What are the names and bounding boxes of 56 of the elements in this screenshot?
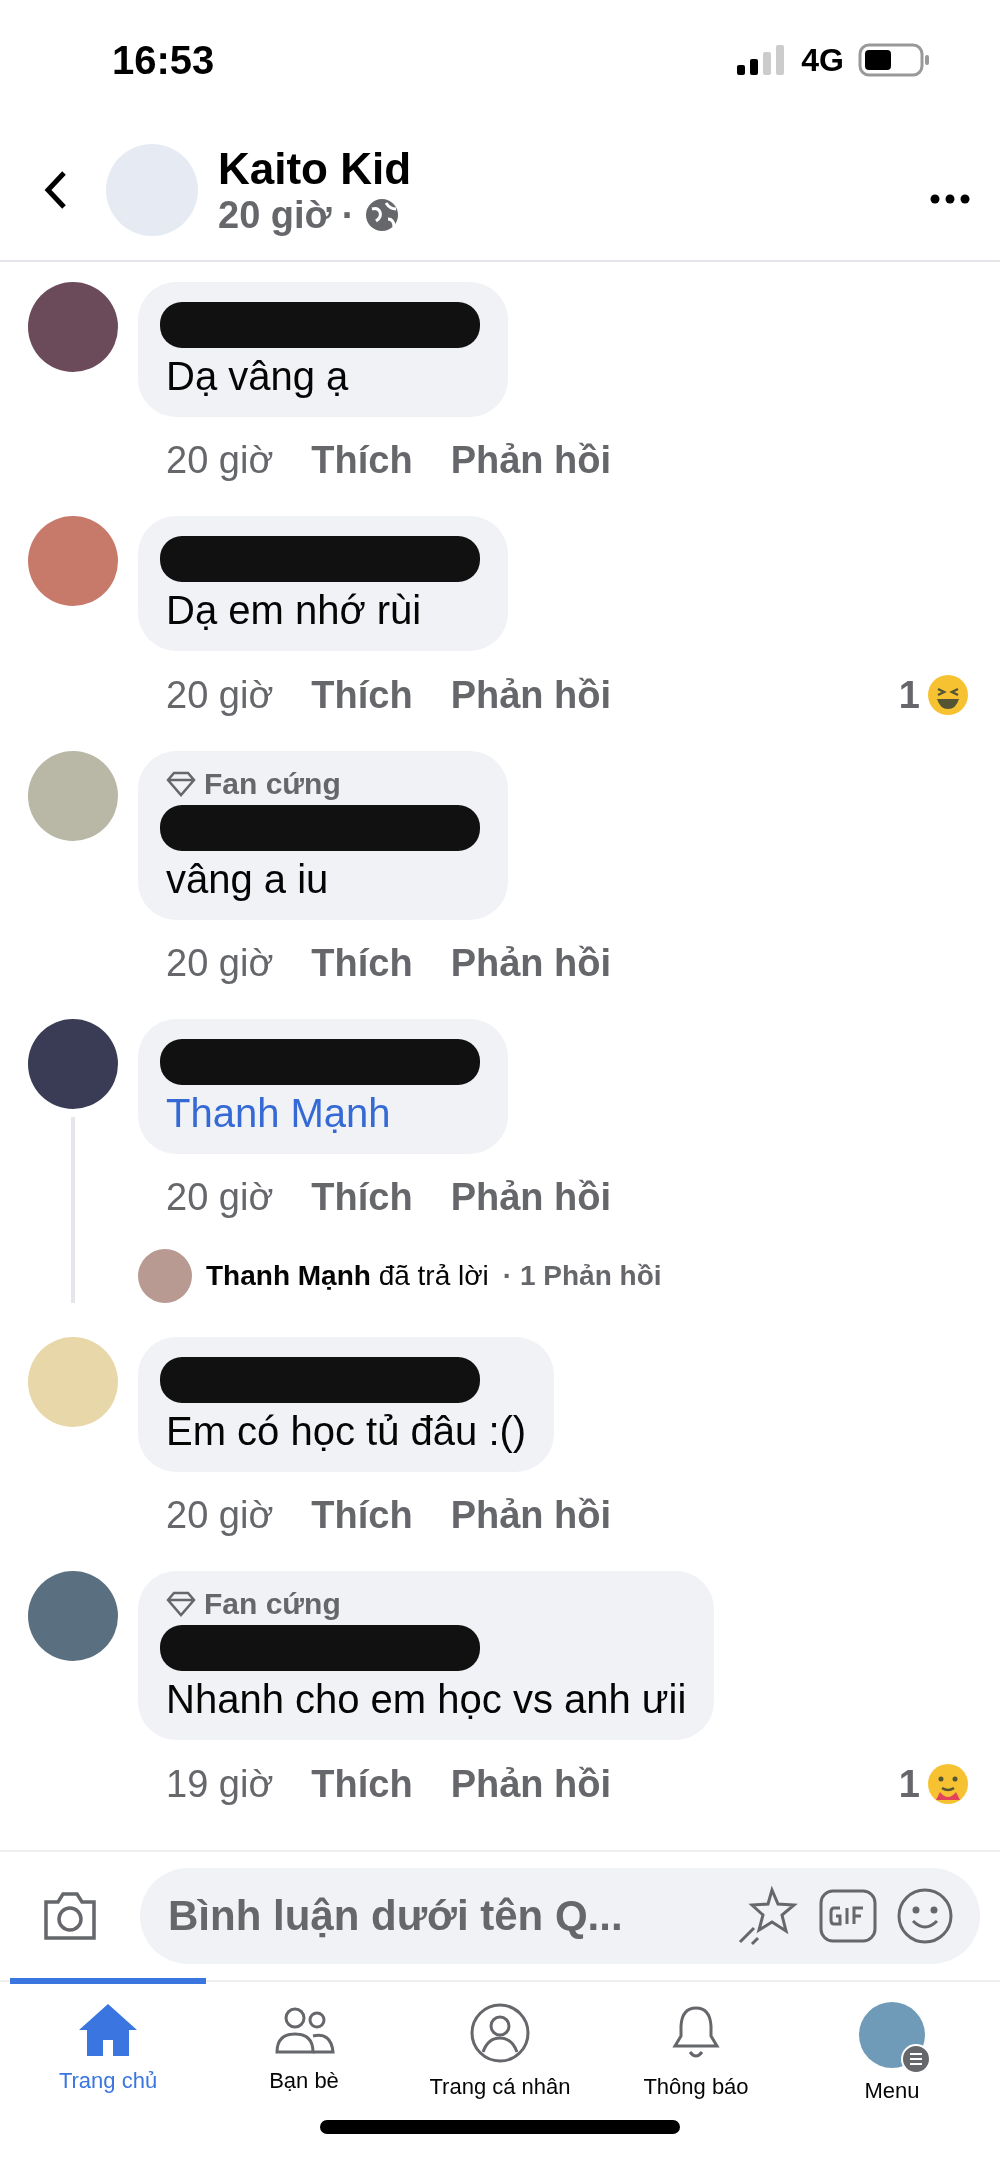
comment-input[interactable]: Bình luận dưới tên Q... [166,1891,718,1941]
comment-time: 20 giờ [166,439,274,482]
emoji-icon[interactable] [896,1887,954,1945]
like-button[interactable]: Thích [311,673,413,717]
reply-button[interactable]: Phản hồi [450,1176,612,1219]
comment-text: Em có học tủ đâu :() [166,1409,527,1454]
reply-button[interactable]: Phản hồi [450,1762,612,1806]
nav-tab[interactable]: Bạn bè [206,1978,402,2164]
nav-tab[interactable]: Thông báo [598,1978,794,2164]
separator-dot: · [341,193,355,237]
like-button[interactable]: Thích [311,1494,413,1537]
comment-text: vâng a iu [166,857,330,902]
diamond-icon [166,1591,196,1617]
reply-button[interactable]: Phản hồi [450,439,612,482]
post-time: 20 giờ [218,193,332,237]
star-icon[interactable] [736,1886,800,1946]
diamond-icon [166,771,196,797]
home-icon [77,2002,139,2058]
comment-text: Nhanh cho em học vs anh ưii [166,1677,687,1722]
back-icon [42,169,68,211]
comment-time: 20 giờ [166,1494,274,1537]
reply-button[interactable]: Phản hồi [450,673,612,717]
reply-count: · 1 Phản hồi [502,1260,662,1292]
reply-button[interactable]: Phản hồi [450,1494,612,1537]
reaction-count: 1 [898,1762,920,1806]
battery-icon [858,43,930,77]
comment-time: 20 giờ [166,942,274,985]
nav-tab[interactable]: Trang chủ [10,1978,206,2164]
like-button[interactable]: Thích [311,439,413,482]
comment-time: 20 giờ [166,673,274,717]
comment-field[interactable]: Bình luận dưới tên Q... [140,1868,980,1964]
gif-icon[interactable] [818,1888,878,1944]
comment-text: Dạ em nhớ rùi [166,588,423,633]
profile-icon [469,2002,531,2064]
comment-time: 20 giờ [166,1176,274,1219]
laughing-emoji-icon [926,673,970,717]
comment-time: 19 giờ [166,1762,274,1806]
status-time: 16:53 [112,37,215,83]
network-type: 4G [801,41,844,79]
globe-icon [364,197,401,233]
replier-avatar [138,1249,192,1303]
replier-text: Thanh Mạnh đã trả lời [206,1260,489,1292]
fan-label: Fan cứng [204,1587,341,1621]
mention-link[interactable]: Thanh Mạnh [166,1091,480,1136]
replies-summary[interactable]: Thanh Mạnh đã trả lời · 1 Phản hồi [138,1249,1000,1303]
nav-tab[interactable]: Trang cá nhân [402,1978,598,2164]
like-button[interactable]: Thích [311,1176,413,1219]
hugging-emoji-icon [926,1762,970,1806]
like-button[interactable]: Thích [311,1762,413,1806]
fan-label: Fan cứng [204,767,341,801]
page-name[interactable]: Kaito Kid [218,143,930,194]
reply-button[interactable]: Phản hồi [450,942,612,985]
more-icon [930,193,970,204]
comment-text: Dạ vâng ạ [166,354,350,399]
like-button[interactable]: Thích [311,942,413,985]
reaction-count: 1 [898,673,920,717]
